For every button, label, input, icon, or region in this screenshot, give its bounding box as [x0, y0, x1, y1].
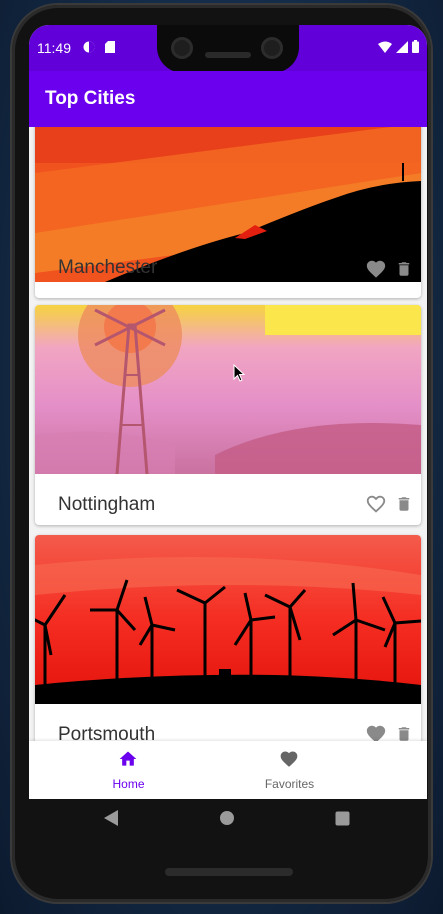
app-screen: 11:49 Top Cities Manchester Nottingham P… — [29, 25, 427, 799]
city-card[interactable]: Manchester — [35, 127, 421, 298]
face-icon — [83, 41, 95, 53]
city-name: Manchester — [58, 257, 158, 278]
home-circle-icon[interactable] — [219, 810, 235, 826]
status-time: 11:49 — [37, 40, 71, 56]
heart-outline-icon[interactable] — [365, 493, 387, 515]
bottom-navigation: Home Favorites — [29, 741, 427, 799]
earpiece-speaker — [205, 52, 251, 58]
city-list[interactable]: Manchester Nottingham Portsmouth — [29, 127, 427, 741]
back-icon[interactable] — [103, 809, 119, 827]
city-name: Nottingham — [58, 494, 156, 515]
home-icon — [119, 751, 137, 766]
top-app-bar: Top Cities — [29, 71, 427, 127]
status-icons-right — [378, 40, 419, 53]
city-name: Portsmouth — [58, 724, 156, 741]
trash-icon[interactable] — [395, 493, 413, 515]
city-image — [35, 535, 421, 704]
mouse-pointer-icon — [233, 364, 245, 382]
bottom-speaker-grill — [165, 868, 293, 876]
trash-icon[interactable] — [395, 723, 413, 741]
city-card[interactable]: Nottingham — [35, 305, 421, 525]
wifi-icon — [378, 41, 392, 53]
system-navigation-bar — [29, 799, 427, 839]
heart-filled-icon[interactable] — [365, 258, 387, 280]
city-card[interactable]: Portsmouth — [35, 535, 421, 741]
heart-filled-icon[interactable] — [365, 723, 387, 741]
front-camera-icon — [261, 37, 283, 59]
battery-icon — [412, 40, 419, 53]
sd-card-icon — [105, 41, 115, 53]
front-camera-icon — [171, 37, 193, 59]
status-bar: 11:49 — [29, 25, 427, 73]
nav-label-favorites: Favorites — [264, 777, 315, 791]
city-image — [35, 305, 421, 474]
camera-notch — [157, 25, 299, 73]
page-title: Top Cities — [45, 88, 136, 109]
nav-item-favorites[interactable]: Favorites — [190, 741, 389, 799]
recents-icon[interactable] — [335, 811, 350, 826]
signal-icon — [396, 40, 408, 53]
heart-icon — [280, 751, 298, 767]
trash-icon[interactable] — [395, 258, 413, 280]
